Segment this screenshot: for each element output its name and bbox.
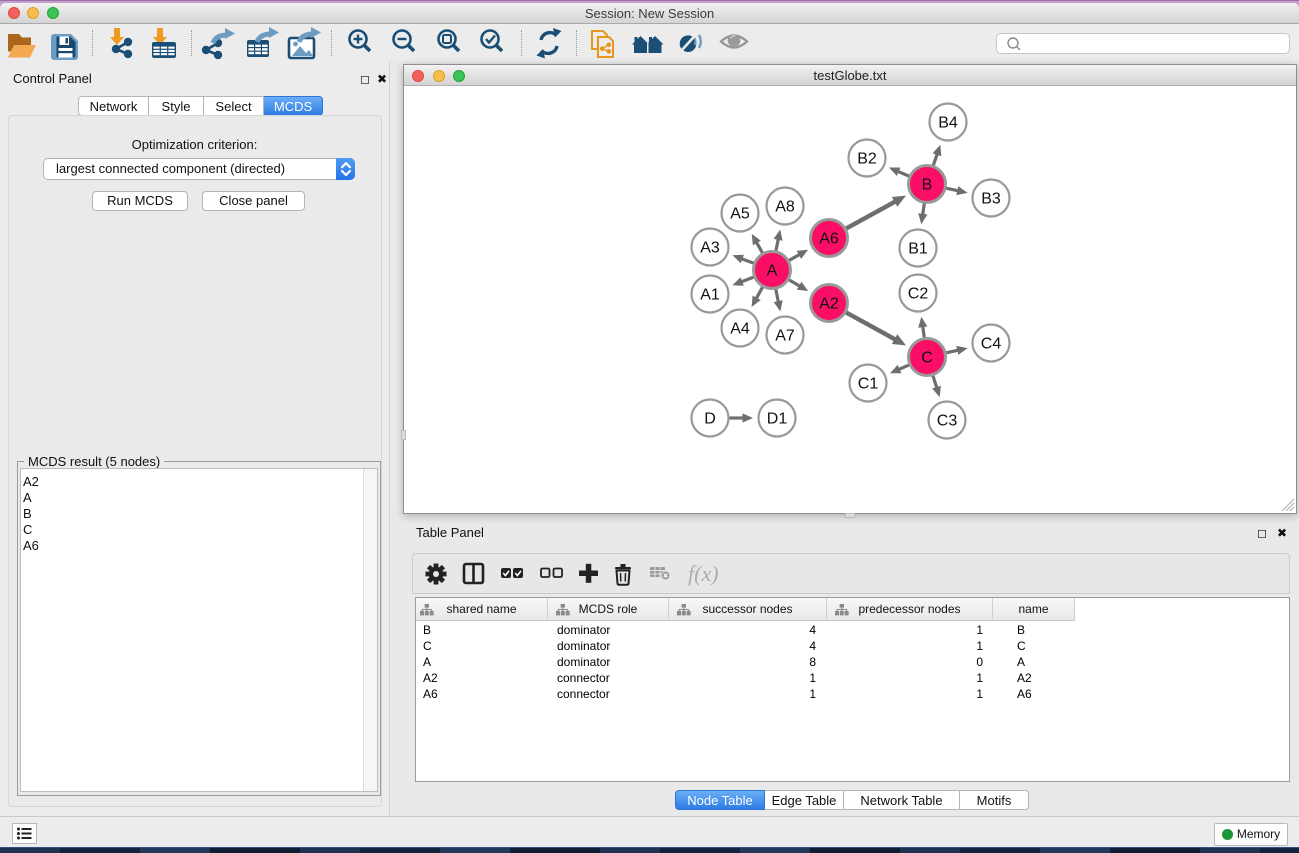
svg-text:B4: B4 (938, 115, 958, 132)
svg-text:A7: A7 (775, 328, 795, 345)
svg-text:B1: B1 (908, 241, 928, 258)
svg-text:C2: C2 (908, 286, 929, 303)
svg-text:A: A (767, 263, 778, 280)
svg-text:C1: C1 (858, 376, 879, 393)
svg-text:A6: A6 (819, 231, 839, 248)
svg-text:B: B (922, 177, 933, 194)
svg-text:C4: C4 (981, 336, 1002, 353)
svg-text:A8: A8 (775, 199, 795, 216)
svg-text:B2: B2 (857, 151, 877, 168)
svg-text:B3: B3 (981, 191, 1001, 208)
svg-text:A3: A3 (700, 240, 720, 257)
svg-text:A1: A1 (700, 287, 720, 304)
svg-text:f(x): f(x) (688, 561, 719, 586)
svg-text:D: D (704, 411, 716, 428)
svg-text:A2: A2 (819, 296, 839, 313)
svg-text:A5: A5 (730, 206, 750, 223)
svg-text:D1: D1 (767, 411, 788, 428)
svg-text:C: C (921, 350, 933, 367)
svg-text:C3: C3 (937, 413, 958, 430)
svg-text:A4: A4 (730, 321, 750, 338)
